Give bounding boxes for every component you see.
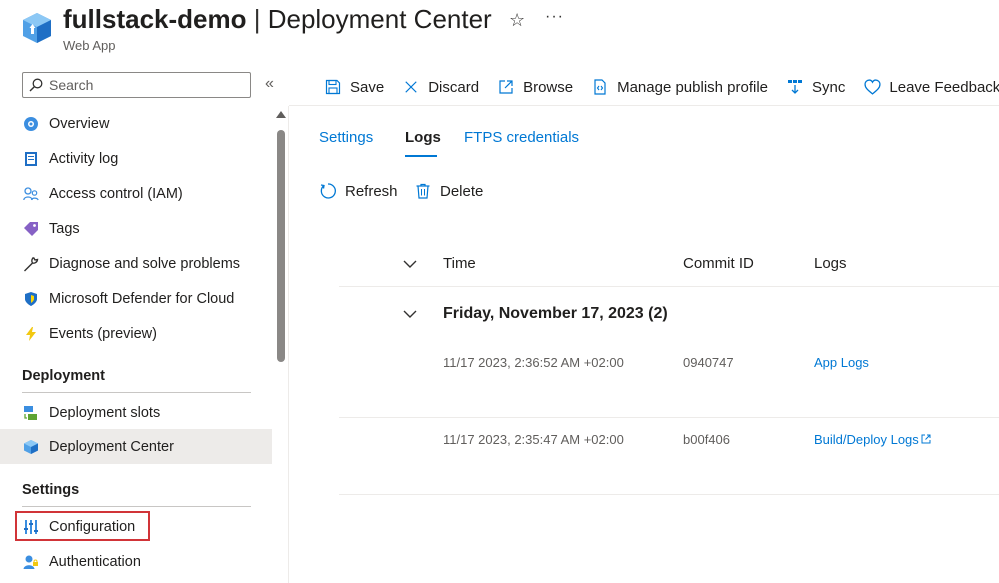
tab-settings[interactable]: Settings [319, 129, 373, 146]
build-deploy-logs-label: Build/Deploy Logs [814, 432, 919, 447]
sidebar-item-diagnose[interactable]: Diagnose and solve problems [0, 246, 272, 281]
sidebar-item-access-control[interactable]: Access control (IAM) [0, 176, 272, 211]
delete-button[interactable]: Delete [414, 182, 483, 200]
star-icon[interactable]: ☆ [509, 10, 525, 31]
trash-icon [414, 182, 432, 200]
tab-logs[interactable]: Logs [405, 129, 441, 146]
sidebar-divider [288, 106, 289, 583]
refresh-button[interactable]: Refresh [319, 182, 398, 200]
header-divider [339, 286, 999, 287]
sync-button[interactable]: Sync [786, 78, 845, 96]
tab-ftps-credentials[interactable]: FTPS credentials [464, 129, 579, 146]
cube-icon [22, 438, 39, 455]
toolbar-divider [289, 105, 999, 106]
overview-icon [22, 115, 39, 132]
discard-button[interactable]: Discard [402, 78, 479, 96]
save-icon [324, 78, 342, 96]
auth-icon [22, 553, 39, 570]
section-divider [22, 392, 251, 393]
section-divider [22, 506, 251, 507]
lightning-icon [22, 325, 39, 342]
title-separator: | [246, 4, 268, 34]
column-header-logs[interactable]: Logs [814, 255, 847, 272]
sidebar-item-deployment-slots[interactable]: Deployment slots [0, 395, 272, 430]
close-icon [402, 78, 420, 96]
activity-log-icon [22, 150, 39, 167]
search-placeholder: Search [49, 77, 94, 93]
search-input[interactable]: Search [22, 72, 251, 98]
manage-publish-profile-button[interactable]: Manage publish profile [591, 78, 768, 96]
heart-icon [863, 78, 881, 96]
section-deployment: Deployment [22, 368, 105, 384]
row-2-time: 11/17 2023, 2:35:47 AM +02:00 [443, 432, 624, 447]
tag-icon [22, 220, 39, 237]
app-service-icon [22, 12, 52, 44]
sidebar-item-authentication[interactable]: Authentication [0, 544, 272, 579]
resource-name: fullstack-demo [63, 4, 247, 34]
sidebar-item-events[interactable]: Events (preview) [0, 316, 272, 351]
app-logs-link[interactable]: App Logs [814, 355, 869, 370]
column-header-time[interactable]: Time [443, 255, 476, 272]
build-deploy-logs-link[interactable]: Build/Deploy Logs [814, 432, 931, 447]
refresh-icon [319, 182, 337, 200]
blade-name: Deployment Center [267, 4, 492, 34]
save-button[interactable]: Save [324, 78, 384, 96]
sidebar-item-deployment-center[interactable]: Deployment Center [0, 429, 272, 464]
row-1-time: 11/17 2023, 2:36:52 AM +02:00 [443, 355, 624, 370]
leave-feedback-button[interactable]: Leave Feedback [863, 78, 999, 96]
scroll-up-arrow[interactable] [276, 111, 286, 118]
open-external-icon [921, 434, 931, 444]
wrench-icon [22, 255, 39, 272]
sidebar-item-tags[interactable]: Tags [0, 211, 272, 246]
configuration-highlight [15, 511, 150, 541]
sync-icon [786, 78, 804, 96]
open-external-icon [497, 78, 515, 96]
row-divider [339, 494, 999, 495]
code-file-icon [591, 78, 609, 96]
sidebar-scrollbar-thumb[interactable] [277, 130, 285, 362]
group-chevron-icon[interactable] [402, 309, 418, 319]
page-title: fullstack-demo | Deployment Center [63, 4, 492, 35]
group-header[interactable]: Friday, November 17, 2023 (2) [443, 305, 668, 323]
section-settings: Settings [22, 482, 80, 498]
ellipsis-icon[interactable]: ··· [545, 8, 564, 26]
column-header-commit-id[interactable]: Commit ID [683, 255, 754, 272]
iam-icon [22, 185, 39, 202]
shield-icon [22, 290, 39, 307]
command-bar: Save Discard Browse Manage publish profi… [324, 74, 999, 100]
sidebar-item-defender[interactable]: Microsoft Defender for Cloud [0, 281, 272, 316]
resource-type: Web App [63, 38, 116, 53]
search-icon [29, 78, 43, 92]
expand-all-chevron-icon[interactable] [402, 259, 418, 269]
row-1-commit: 0940747 [683, 355, 734, 370]
collapse-sidebar-icon[interactable]: « [265, 75, 274, 93]
sidebar-item-activity-log[interactable]: Activity log [0, 141, 272, 176]
active-tab-indicator [405, 155, 437, 157]
browse-button[interactable]: Browse [497, 78, 573, 96]
slots-icon [22, 404, 39, 421]
row-divider [339, 417, 999, 418]
sidebar-item-overview[interactable]: Overview [0, 106, 272, 141]
row-2-commit: b00f406 [683, 432, 730, 447]
